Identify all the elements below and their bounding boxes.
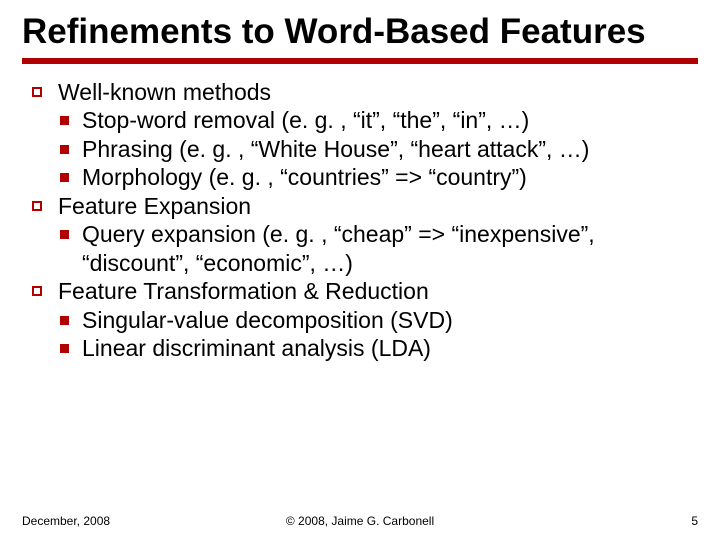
- content-area: Well-known methods Stop-word removal (e.…: [0, 64, 720, 363]
- footer-date: December, 2008: [22, 514, 110, 528]
- bullet-lvl1: Well-known methods: [30, 78, 698, 107]
- bullet-lvl1: Feature Expansion: [30, 192, 698, 221]
- slide-number: 5: [691, 514, 698, 528]
- bullet-lvl2: Stop-word removal (e. g. , “it”, “the”, …: [30, 106, 698, 135]
- slide: Refinements to Word-Based Features Well-…: [0, 0, 720, 540]
- footer: December, 2008 © 2008, Jaime G. Carbonel…: [0, 514, 720, 528]
- slide-title: Refinements to Word-Based Features: [22, 10, 698, 54]
- bullet-text: Stop-word removal (e. g. , “it”, “the”, …: [82, 107, 529, 133]
- bullet-text: Feature Transformation & Reduction: [58, 278, 429, 304]
- bullet-text: Query expansion (e. g. , “cheap” => “ine…: [82, 221, 595, 276]
- bullet-text: Well-known methods: [58, 79, 271, 105]
- bullet-lvl1: Feature Transformation & Reduction: [30, 277, 698, 306]
- bullet-lvl2: Phrasing (e. g. , “White House”, “heart …: [30, 135, 698, 164]
- bullet-text: Linear discriminant analysis (LDA): [82, 335, 431, 361]
- bullet-lvl2: Singular-value decomposition (SVD): [30, 306, 698, 335]
- bullet-lvl2: Morphology (e. g. , “countries” => “coun…: [30, 163, 698, 192]
- bullet-text: Morphology (e. g. , “countries” => “coun…: [82, 164, 527, 190]
- bullet-lvl2: Linear discriminant analysis (LDA): [30, 334, 698, 363]
- bullet-text: Phrasing (e. g. , “White House”, “heart …: [82, 136, 589, 162]
- bullet-text: Feature Expansion: [58, 193, 251, 219]
- title-block: Refinements to Word-Based Features: [0, 0, 720, 54]
- bullet-lvl2: Query expansion (e. g. , “cheap” => “ine…: [30, 220, 698, 277]
- bullet-text: Singular-value decomposition (SVD): [82, 307, 453, 333]
